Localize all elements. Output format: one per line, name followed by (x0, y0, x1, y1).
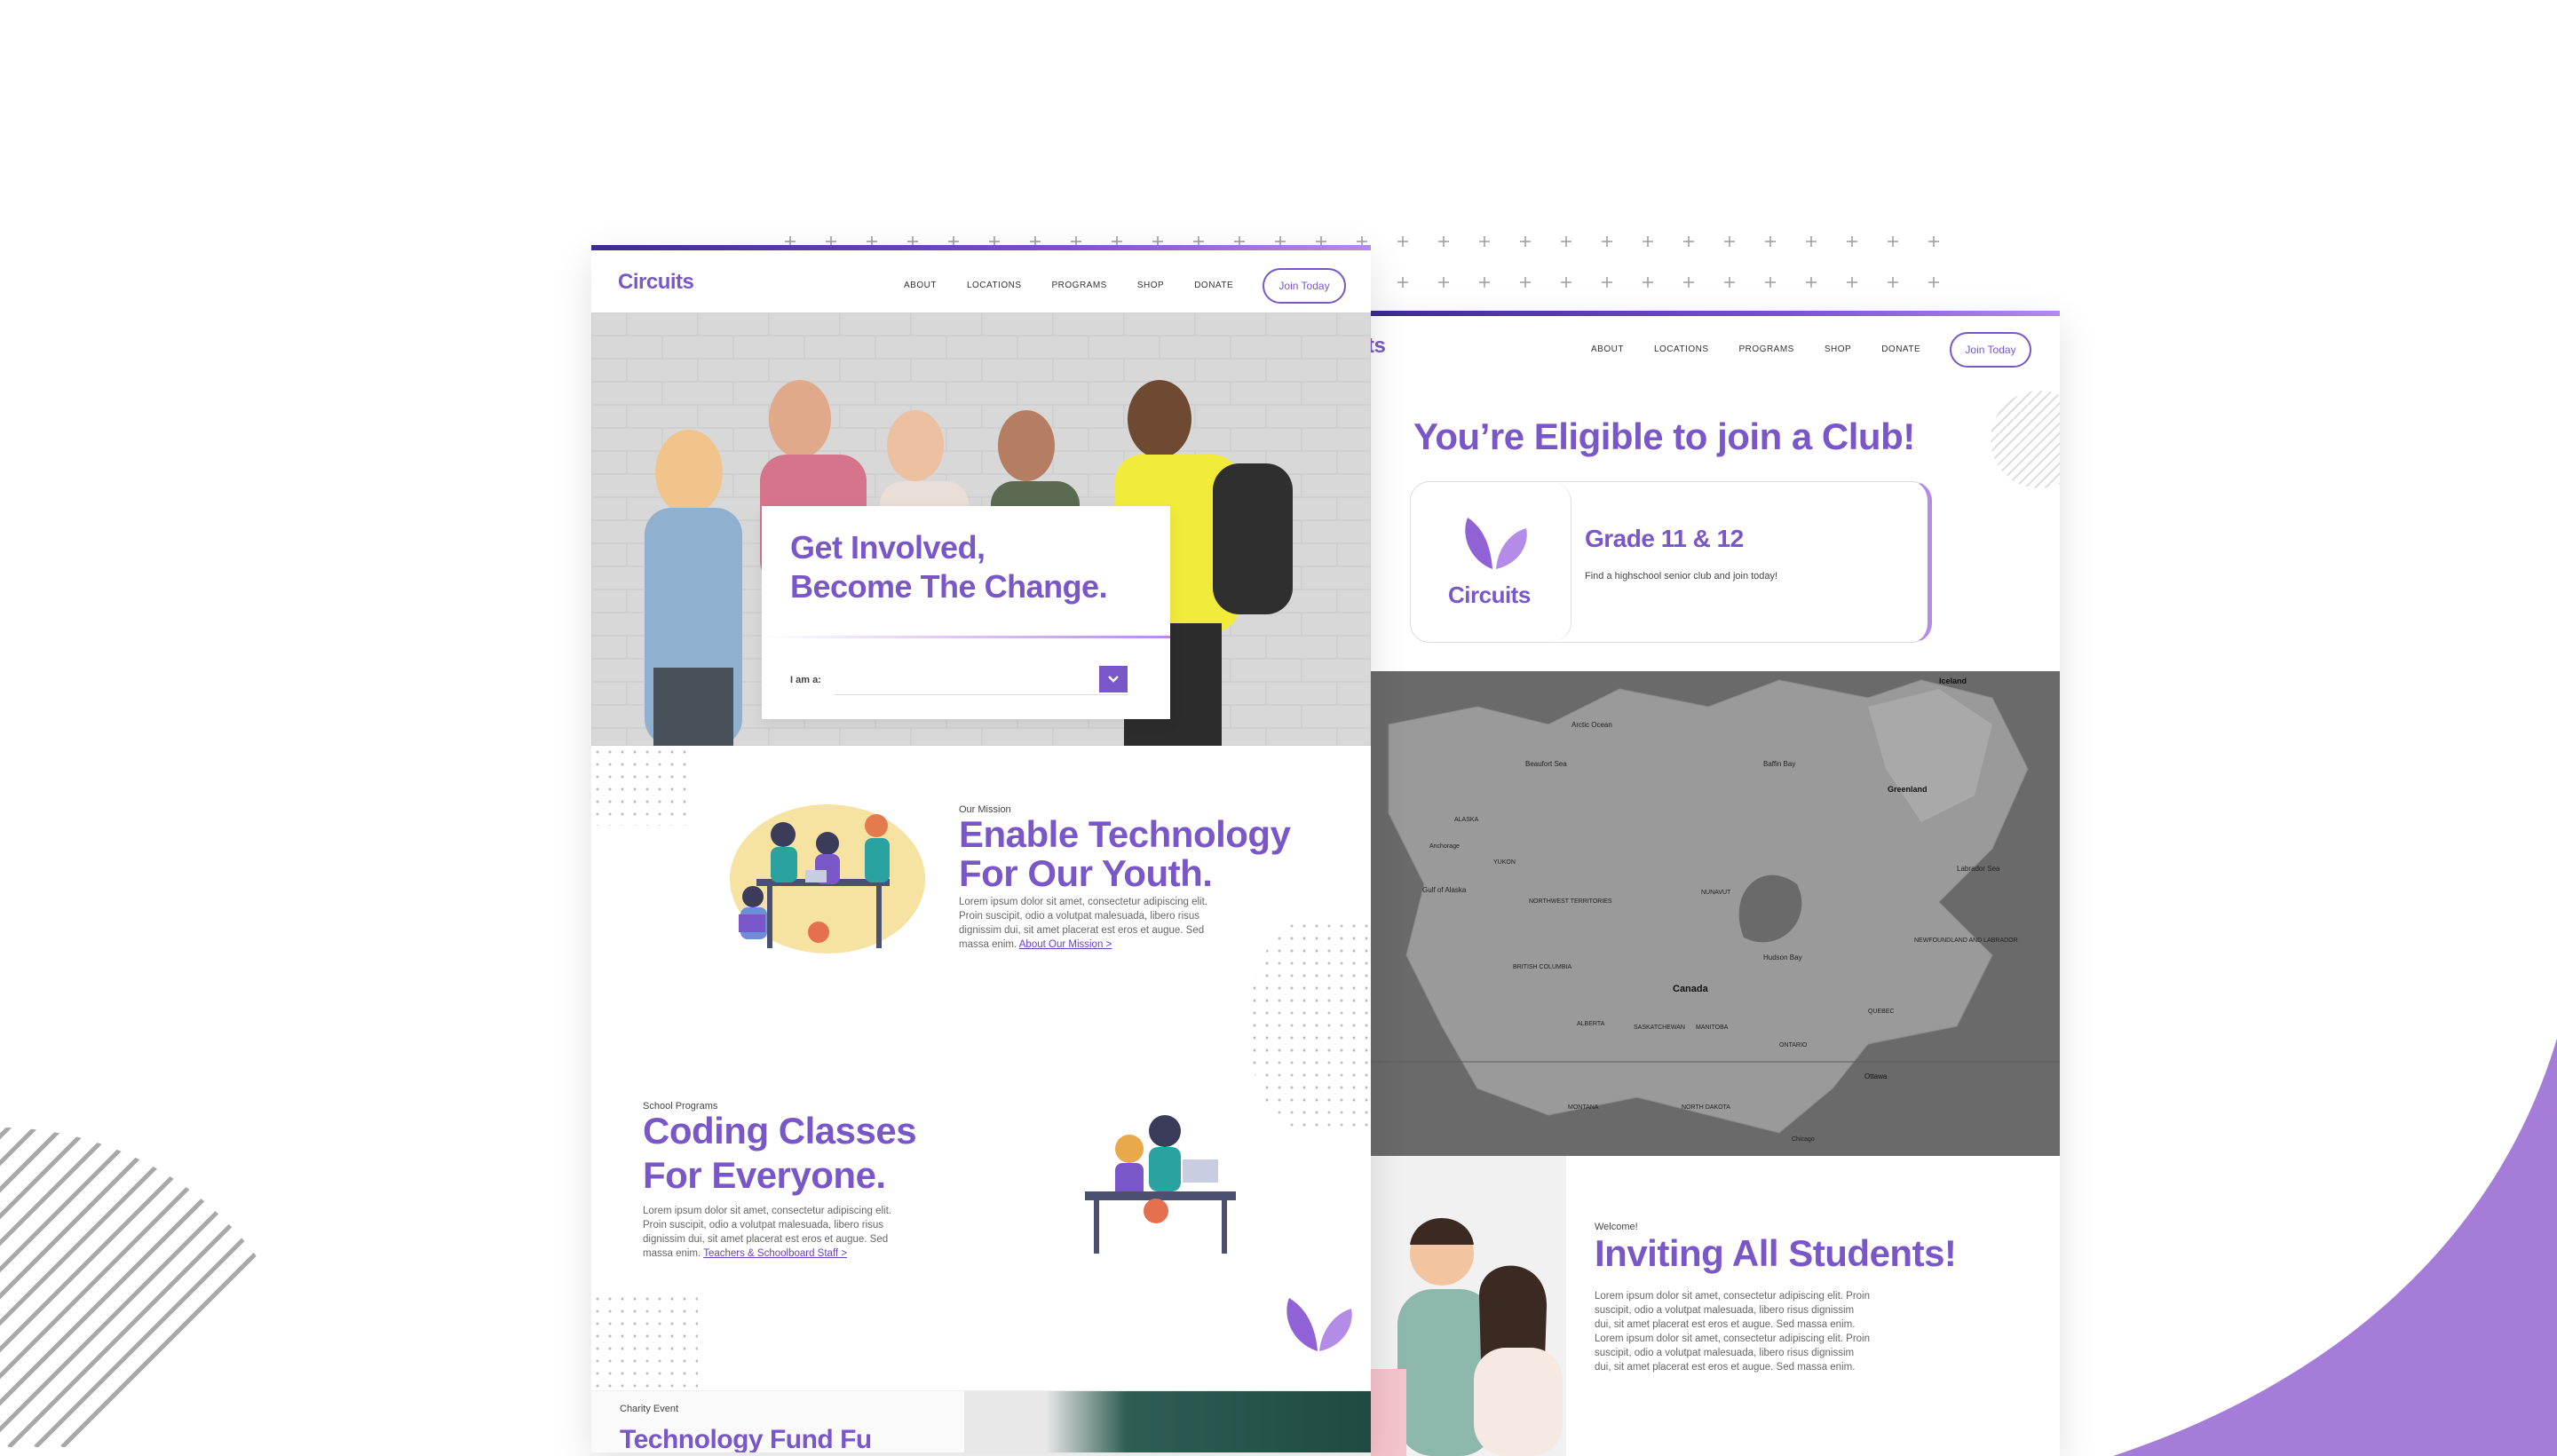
map-label-labrador-sea: Labrador Sea (1957, 865, 2000, 873)
map-label-hudson-bay: Hudson Bay (1763, 954, 1802, 961)
coding-class-illustration (1085, 1115, 1236, 1254)
map-label-beaufort-sea: Beaufort Sea (1525, 760, 1567, 768)
card-logo-text: Circuits (1448, 582, 1531, 608)
hatched-circle-decoration (1991, 391, 2060, 488)
programs-title-line2: For Everyone. (643, 1154, 886, 1196)
map-label-ottawa: Ottawa (1864, 1072, 1888, 1080)
map-label-baffin-bay: Baffin Bay (1763, 760, 1796, 768)
join-today-button[interactable]: Join Today (1950, 332, 2031, 368)
i-am-label: I am a: (790, 675, 821, 685)
hero-title-line1: Get Involved, (790, 529, 986, 566)
map-label-montana: MONTANA (1568, 1104, 1599, 1111)
welcome-card: Welcome! Inviting All Students! Lorem ip… (1566, 1156, 2060, 1456)
map-label-anchorage: Anchorage (1429, 843, 1460, 850)
mission-title-line1: Enable Technology (959, 813, 1291, 855)
nav-donate[interactable]: DONATE (1881, 344, 1920, 354)
map-label-ontario: ONTARIO (1779, 1042, 1808, 1048)
main-nav: ABOUT LOCATIONS PROGRAMS SHOP DONATE (1591, 344, 1920, 354)
homepage-mockup: Circuits ABOUT LOCATIONS PROGRAMS SHOP D… (591, 245, 1371, 1452)
dot-grid-decoration (591, 1293, 698, 1390)
butterfly-logo-icon (1465, 518, 1527, 569)
map-label-arctic-ocean: Arctic Ocean (1571, 721, 1612, 729)
welcome-title: Inviting All Students! (1595, 1232, 1957, 1274)
map-label-iceland: Iceland (1939, 677, 1967, 685)
welcome-eyebrow: Welcome! (1595, 1222, 1638, 1232)
nav-locations[interactable]: LOCATIONS (967, 281, 1022, 290)
purple-arc-decoration (2113, 1038, 2557, 1456)
card-title: Grade 11 & 12 (1585, 525, 1744, 552)
map-label-nunavut: NUNAVUT (1701, 890, 1731, 896)
hero-card: Get Involved, Become The Change. I am a: (762, 506, 1170, 719)
eligible-title: You’re Eligible to join a Club! (1413, 415, 1915, 457)
nav-about[interactable]: ABOUT (904, 281, 937, 290)
map-label-northwest-territories: NORTHWEST TERRITORIES (1529, 898, 1612, 905)
charity-eyebrow: Charity Event (620, 1404, 679, 1414)
programs-body: Lorem ipsum dolor sit amet, consectetur … (643, 1204, 909, 1261)
nav-programs[interactable]: PROGRAMS (1052, 281, 1107, 290)
map-label-alaska: ALASKA (1454, 817, 1479, 823)
students-welcome-illustration (1371, 1218, 1563, 1456)
circuits-logo-fragment[interactable]: ts (1371, 334, 1386, 359)
map-label-north-dakota: NORTH DAKOTA (1682, 1104, 1730, 1111)
main-nav: ABOUT LOCATIONS PROGRAMS SHOP DONATE (904, 281, 1233, 290)
map-label-quebec: QUEBEC (1868, 1009, 1895, 1015)
welcome-section: Welcome! Inviting All Students! Lorem ip… (1371, 1156, 2060, 1456)
nav-locations[interactable]: LOCATIONS (1654, 344, 1709, 354)
map-label-chicago: Chicago (1792, 1136, 1815, 1143)
map-label-newfoundland: NEWFOUNDLAND AND LABRADOR (1914, 938, 2018, 944)
i-am-select[interactable] (835, 664, 1128, 695)
map-label-alberta: ALBERTA (1577, 1021, 1605, 1027)
map-label-manitoba: MANITOBA (1696, 1025, 1729, 1031)
about-mission-link[interactable]: About Our Mission > (1019, 939, 1112, 950)
mission-title-line2: For Our Youth. (959, 852, 1213, 894)
nav-programs[interactable]: PROGRAMS (1739, 344, 1794, 354)
grade-card[interactable]: Circuits Grade 11 & 12 Find a highschool… (1410, 481, 1932, 643)
map-label-canada: Canada (1673, 984, 1708, 994)
dot-grid-decoration (591, 746, 689, 826)
join-today-button[interactable]: Join Today (1263, 268, 1346, 304)
canada-map[interactable]: Canada Greenland Iceland Hudson Bay Baff… (1371, 671, 2060, 1156)
nav-about[interactable]: ABOUT (1591, 344, 1624, 354)
dot-grid-decoration (1248, 920, 1371, 1133)
map-label-british-columbia: BRITISH COLUMBIA (1513, 964, 1572, 970)
hero-divider (762, 636, 1170, 638)
nav-shop[interactable]: SHOP (1137, 281, 1164, 290)
charity-title: Technology Fund Fu (620, 1425, 872, 1452)
map-label-greenland: Greenland (1888, 785, 1928, 794)
top-accent-bar (1371, 311, 2060, 316)
card-logo-panel: Circuits (1411, 482, 1571, 642)
chevron-down-icon[interactable] (1099, 666, 1128, 692)
card-text: Find a highschool senior club and join t… (1585, 571, 1778, 582)
map-label-gulf-of-alaska: Gulf of Alaska (1422, 886, 1467, 894)
hero-title-line2: Become The Change. (790, 568, 1108, 605)
teachers-staff-link[interactable]: Teachers & Schoolboard Staff > (703, 1248, 847, 1259)
nav-donate[interactable]: DONATE (1194, 281, 1233, 290)
diagonal-stripes-decoration (0, 1128, 302, 1447)
top-accent-bar (591, 245, 1371, 250)
mission-illustration (730, 804, 925, 954)
welcome-body: Lorem ipsum dolor sit amet, consectetur … (1595, 1291, 1871, 1373)
mission-body: Lorem ipsum dolor sit amet, consectetur … (959, 895, 1225, 952)
map-label-saskatchewan: SASKATCHEWAN (1634, 1025, 1685, 1031)
locations-page-mockup: ts ABOUT LOCATIONS PROGRAMS SHOP DONATE … (1371, 311, 2060, 1456)
charity-section: Charity Event Technology Fund Fu (591, 1390, 1371, 1452)
nav-shop[interactable]: SHOP (1825, 344, 1851, 354)
charity-photo (964, 1391, 1371, 1452)
circuits-logo[interactable]: Circuits (618, 270, 694, 295)
butterfly-logo-icon (1286, 1298, 1352, 1351)
map-label-yukon: YUKON (1493, 859, 1516, 866)
programs-title-line1: Coding Classes (643, 1110, 917, 1151)
